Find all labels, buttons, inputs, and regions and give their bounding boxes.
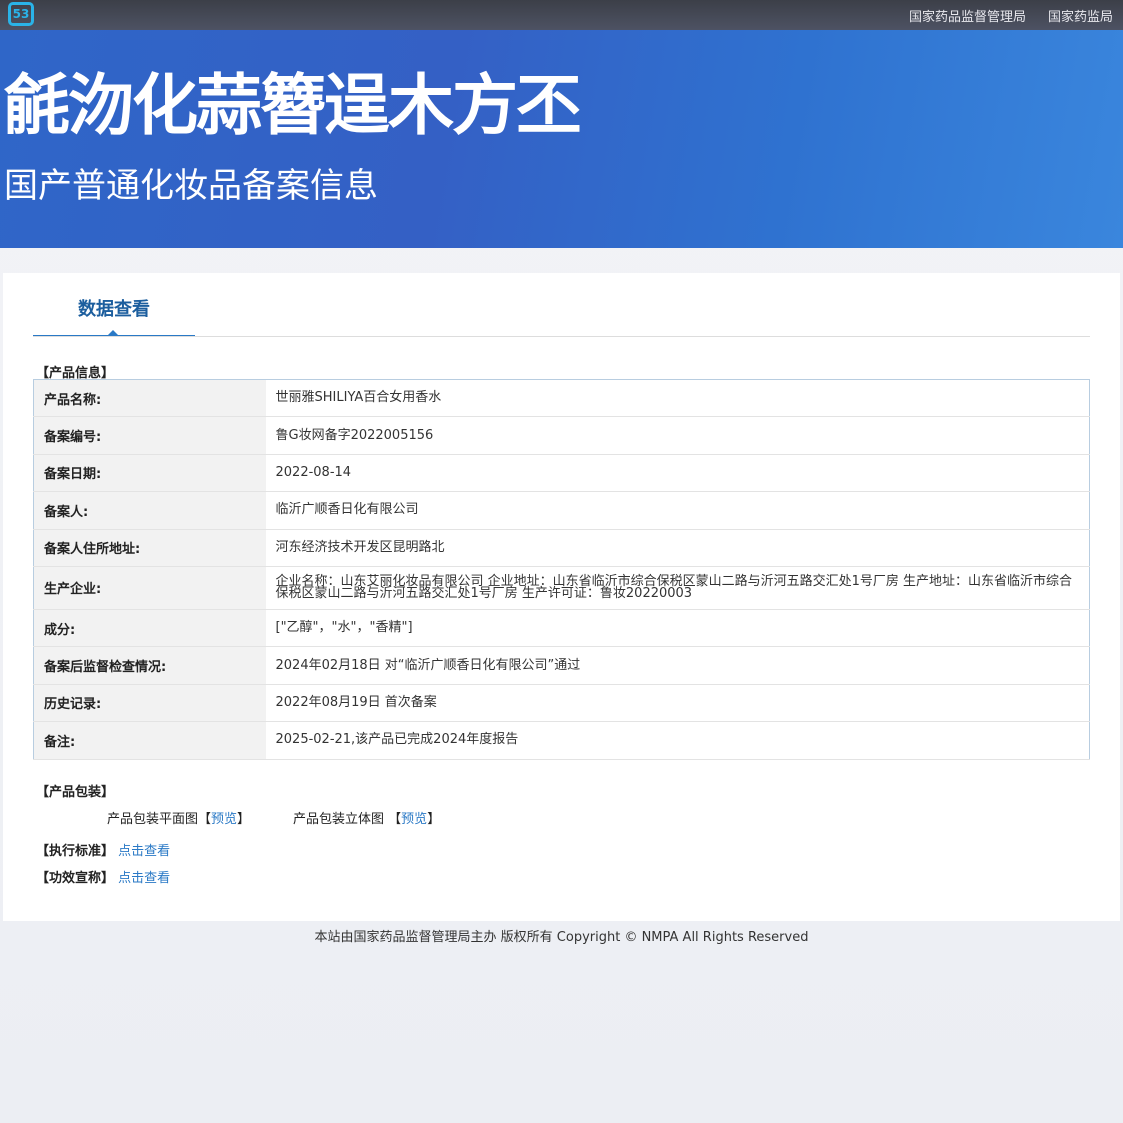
- footer: 本站由国家药品监督管理局主办 版权所有 Copyright © NMPA All…: [314, 930, 809, 945]
- field-value: 河东经济技术开发区昆明路北: [265, 529, 1090, 567]
- field-value: 2022年08月19日 首次备案: [265, 684, 1090, 723]
- field-label: 产品名称:: [33, 379, 266, 418]
- field-label: 备案人住所地址:: [33, 529, 266, 567]
- table-row: 产品名称: 世丽雅SHILIYA百合女用香水: [33, 379, 1090, 418]
- efficacy-row: 【功效宣称】 点击查看: [36, 867, 170, 886]
- field-label: 历史记录:: [33, 684, 266, 723]
- top-link[interactable]: 国家药品监督管理局: [909, 6, 1026, 25]
- field-value: 2024年02月18日 对“临沂广顺香日化有限公司”通过: [265, 646, 1090, 685]
- table-row: 备注: 2025-02-21,该产品已完成2024年度报告: [33, 721, 1090, 760]
- table-row: 备案人: 临沂广顺香日化有限公司: [33, 491, 1090, 530]
- field-value: 2022-08-14: [265, 454, 1090, 493]
- field-label: 备注:: [33, 721, 266, 760]
- field-value: 企业名称：山东艾丽化妆品有限公司 企业地址：山东省临沂市综合保税区蒙山二路与沂河…: [265, 566, 1090, 610]
- field-label: 备案后监督检查情况:: [33, 646, 266, 685]
- table-row: 备案编号: 鲁G妆网备字2022005156: [33, 416, 1090, 455]
- table-row: 备案人住所地址: 河东经济技术开发区昆明路北: [33, 529, 1090, 567]
- header-banner: 53 国家药品监督管理局 国家药监局 毹沕化蒜簪逞木方丕 国产普通化妆品备案信息: [0, 0, 1123, 248]
- field-value: ["乙醇"，"水"，"香精"]: [265, 609, 1090, 648]
- efficacy-link[interactable]: 点击查看: [118, 871, 170, 886]
- field-label: 成分:: [33, 609, 266, 648]
- standard-link[interactable]: 点击查看: [118, 844, 170, 859]
- bracket: 】: [427, 812, 441, 827]
- product-info-table: 产品名称: 世丽雅SHILIYA百合女用香水 备案编号: 鲁G妆网备字20220051…: [33, 379, 1090, 760]
- logo-title: 毹沕化蒜簪逞木方丕: [4, 67, 582, 144]
- flat-preview-link[interactable]: 预览: [211, 812, 237, 827]
- table-row: 成分: ["乙醇"，"水"，"香精"]: [33, 609, 1090, 648]
- table-row: 历史记录: 2022年08月19日 首次备案: [33, 684, 1090, 723]
- bracket: 【: [198, 812, 212, 827]
- page-subtitle: 国产普通化妆品备案信息: [4, 166, 378, 206]
- field-value: 临沂广顺香日化有限公司: [265, 491, 1090, 530]
- packaging-solid: 产品包装立体图 【预览】: [293, 808, 440, 827]
- section-efficacy: 【功效宣称】: [36, 871, 115, 886]
- content-card: 数据查看 【产品信息】 产品名称: 世丽雅SHILIYA百合女用香水 备案编号: 鲁G…: [3, 273, 1120, 921]
- packaging-flat: 产品包装平面图【预览】: [107, 808, 250, 827]
- label: 产品包装立体图: [293, 812, 385, 827]
- label: 产品包装平面图: [107, 812, 199, 827]
- section-packaging: 【产品包装】: [36, 785, 115, 800]
- bracket: 】: [237, 812, 251, 827]
- table-row: 备案日期: 2022-08-14: [33, 454, 1090, 493]
- field-value: 世丽雅SHILIYA百合女用香水: [265, 379, 1090, 418]
- tab-divider: [33, 336, 1090, 337]
- solid-preview-link[interactable]: 预览: [401, 812, 427, 827]
- bracket: 【: [388, 812, 402, 827]
- field-label: 备案人:: [33, 491, 266, 530]
- standard-row: 【执行标准】 点击查看: [36, 840, 170, 859]
- field-label: 生产企业:: [33, 566, 266, 610]
- table-row: 备案后监督检查情况: 2024年02月18日 对“临沂广顺香日化有限公司”通过: [33, 646, 1090, 685]
- field-label: 备案编号:: [33, 416, 266, 455]
- field-value: 鲁G妆网备字2022005156: [265, 416, 1090, 455]
- tab-data-view[interactable]: 数据查看: [33, 295, 195, 337]
- site-logo-icon[interactable]: 53: [8, 2, 34, 26]
- field-value: 2025-02-21,该产品已完成2024年度报告: [265, 721, 1090, 760]
- top-bar: 53 国家药品监督管理局 国家药监局: [0, 0, 1123, 30]
- top-link[interactable]: 国家药监局: [1048, 6, 1113, 25]
- field-label: 备案日期:: [33, 454, 266, 493]
- section-standard: 【执行标准】: [36, 844, 115, 859]
- table-row: 生产企业: 企业名称：山东艾丽化妆品有限公司 企业地址：山东省临沂市综合保税区蒙山…: [33, 566, 1090, 610]
